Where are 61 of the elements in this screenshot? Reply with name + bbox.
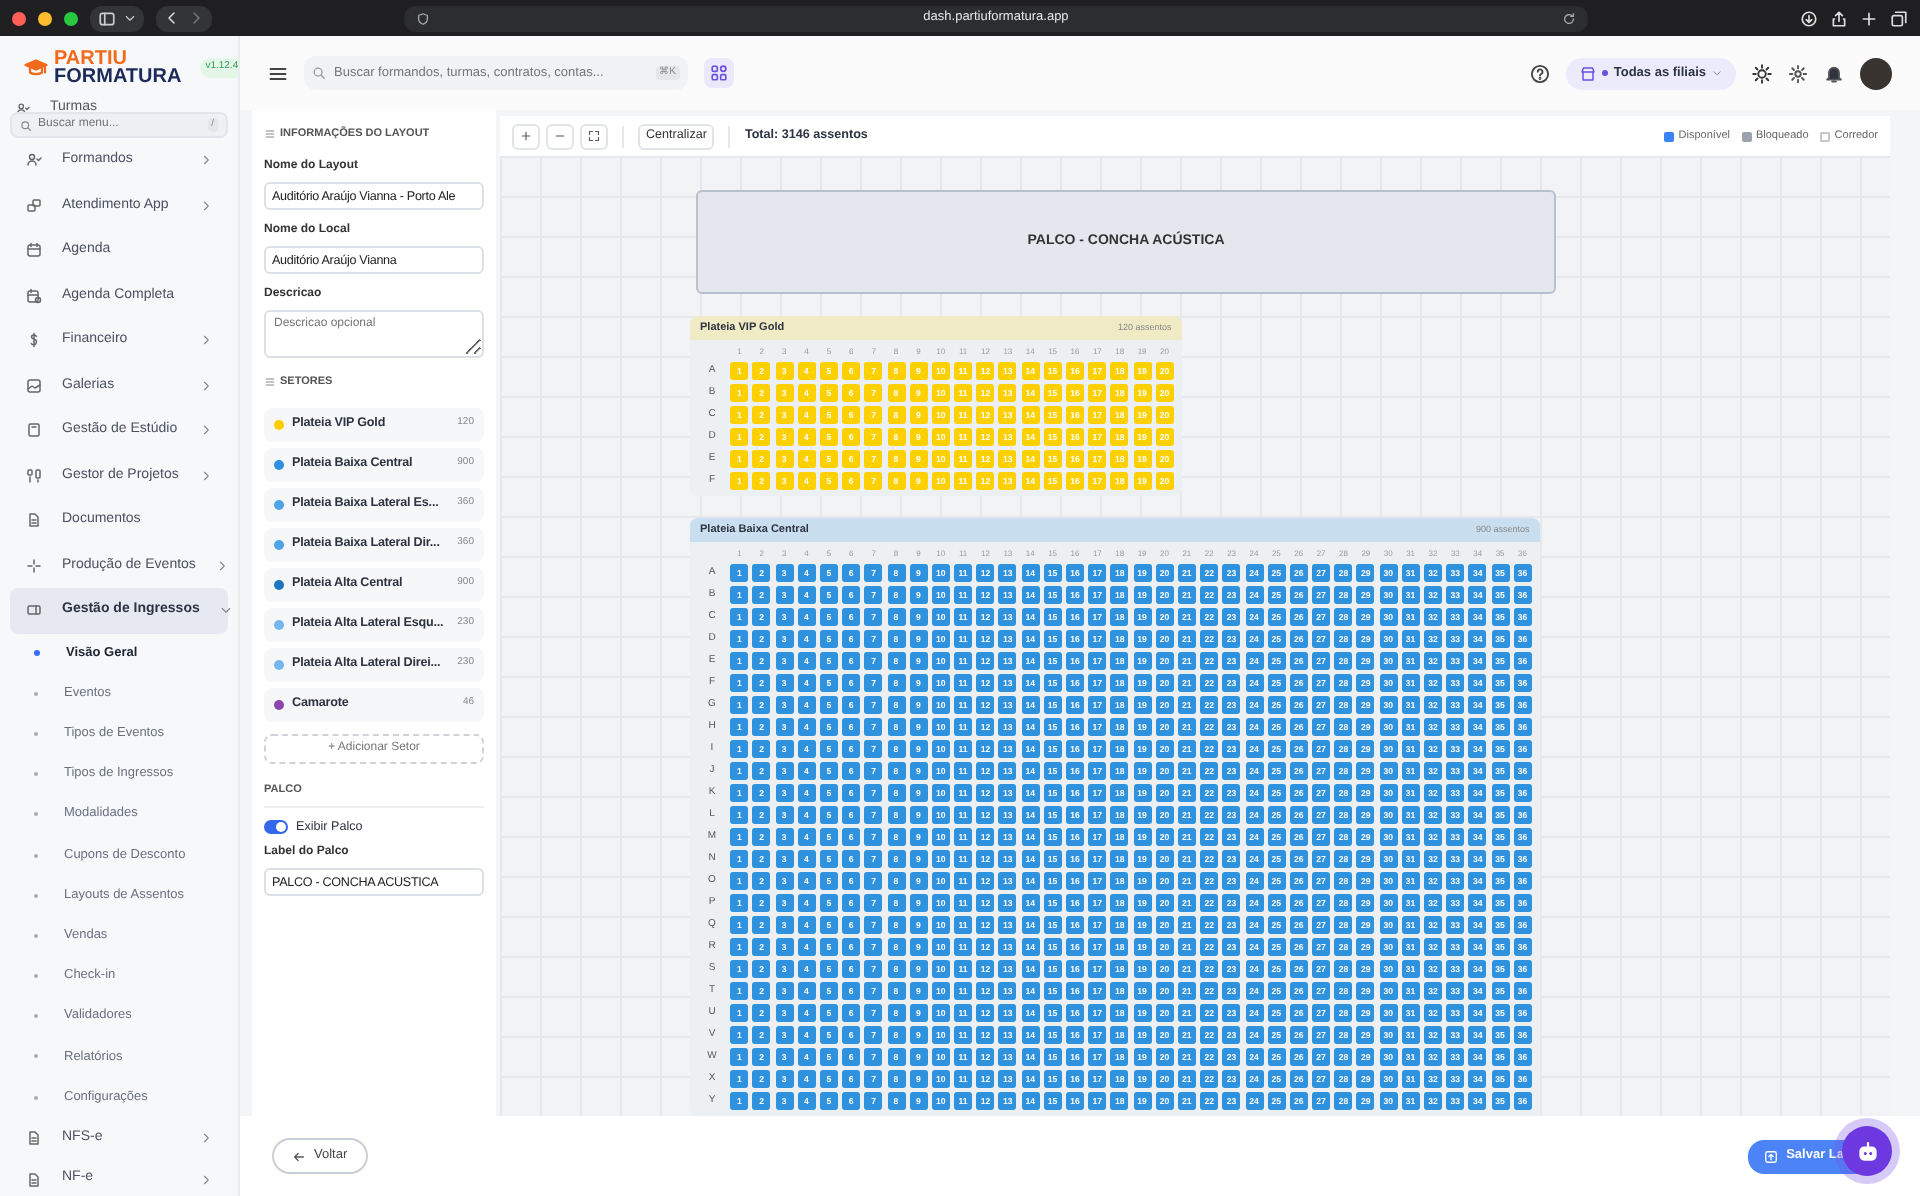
users-icon	[16, 102, 30, 116]
avatar[interactable]	[1860, 57, 1892, 89]
back-icon[interactable]	[164, 10, 180, 26]
tabs-icon[interactable]	[1890, 9, 1908, 27]
graduation-cap-icon	[24, 56, 48, 80]
chevron-down-icon	[219, 604, 232, 617]
chevron-right-icon	[200, 469, 212, 482]
building-icon	[26, 422, 42, 439]
robot-icon	[1855, 1139, 1879, 1163]
arrow-left-icon	[292, 1149, 306, 1163]
reload-icon[interactable]	[1561, 11, 1576, 25]
share-icon[interactable]	[1830, 9, 1848, 27]
help-icon[interactable]	[1529, 63, 1550, 83]
chevron-right-icon	[215, 559, 228, 572]
sparkle-icon	[26, 557, 42, 574]
calendar-icon	[26, 242, 42, 259]
expand-icon	[588, 130, 600, 142]
users-icon	[26, 152, 42, 169]
gear-icon[interactable]	[1788, 63, 1808, 83]
menu-icon[interactable]	[268, 63, 288, 83]
search-icon	[312, 66, 326, 80]
chevron-right-icon	[200, 1132, 212, 1144]
list-icon	[264, 376, 276, 389]
sun-icon[interactable]	[1752, 63, 1772, 83]
upload-icon	[1764, 1149, 1779, 1163]
assistant-button[interactable]	[1842, 1126, 1892, 1176]
forward-icon[interactable]	[188, 10, 204, 26]
chat-icon	[26, 197, 42, 214]
chevron-right-icon	[200, 424, 212, 437]
dollar-icon	[26, 332, 42, 349]
chevron-right-icon	[200, 379, 212, 392]
calendar-icon	[26, 287, 42, 304]
kanban-icon	[26, 467, 42, 484]
search-icon	[20, 119, 32, 131]
document-icon	[26, 1130, 42, 1146]
new-tab-icon[interactable]	[1860, 9, 1878, 27]
logo-text: FORMATURA	[54, 68, 182, 86]
chevron-right-icon	[200, 334, 212, 347]
sidebar-toggle-icon[interactable]	[98, 9, 116, 27]
download-icon[interactable]	[1800, 9, 1818, 27]
fit-button[interactable]	[580, 123, 608, 149]
chevron-right-icon	[200, 154, 212, 167]
chevron-right-icon	[200, 199, 212, 212]
logo-text: PARTIU	[54, 50, 127, 68]
store-icon	[1579, 65, 1596, 81]
chevron-right-icon	[200, 1173, 212, 1185]
list-icon	[264, 128, 276, 141]
toggle-switch[interactable]	[264, 819, 288, 834]
plus-icon	[520, 130, 532, 142]
document-icon	[26, 512, 42, 529]
chevron-down-icon	[1712, 68, 1722, 78]
chevron-down-icon[interactable]	[124, 12, 136, 24]
image-icon	[26, 377, 42, 394]
bell-icon[interactable]	[1824, 63, 1844, 83]
ticket-icon	[26, 602, 42, 619]
document-icon	[26, 1171, 42, 1187]
shield-icon	[416, 11, 430, 25]
minus-icon	[554, 130, 566, 142]
zoom-in-button[interactable]	[512, 123, 540, 149]
apps-button[interactable]	[704, 58, 734, 88]
apps-icon	[710, 64, 728, 82]
